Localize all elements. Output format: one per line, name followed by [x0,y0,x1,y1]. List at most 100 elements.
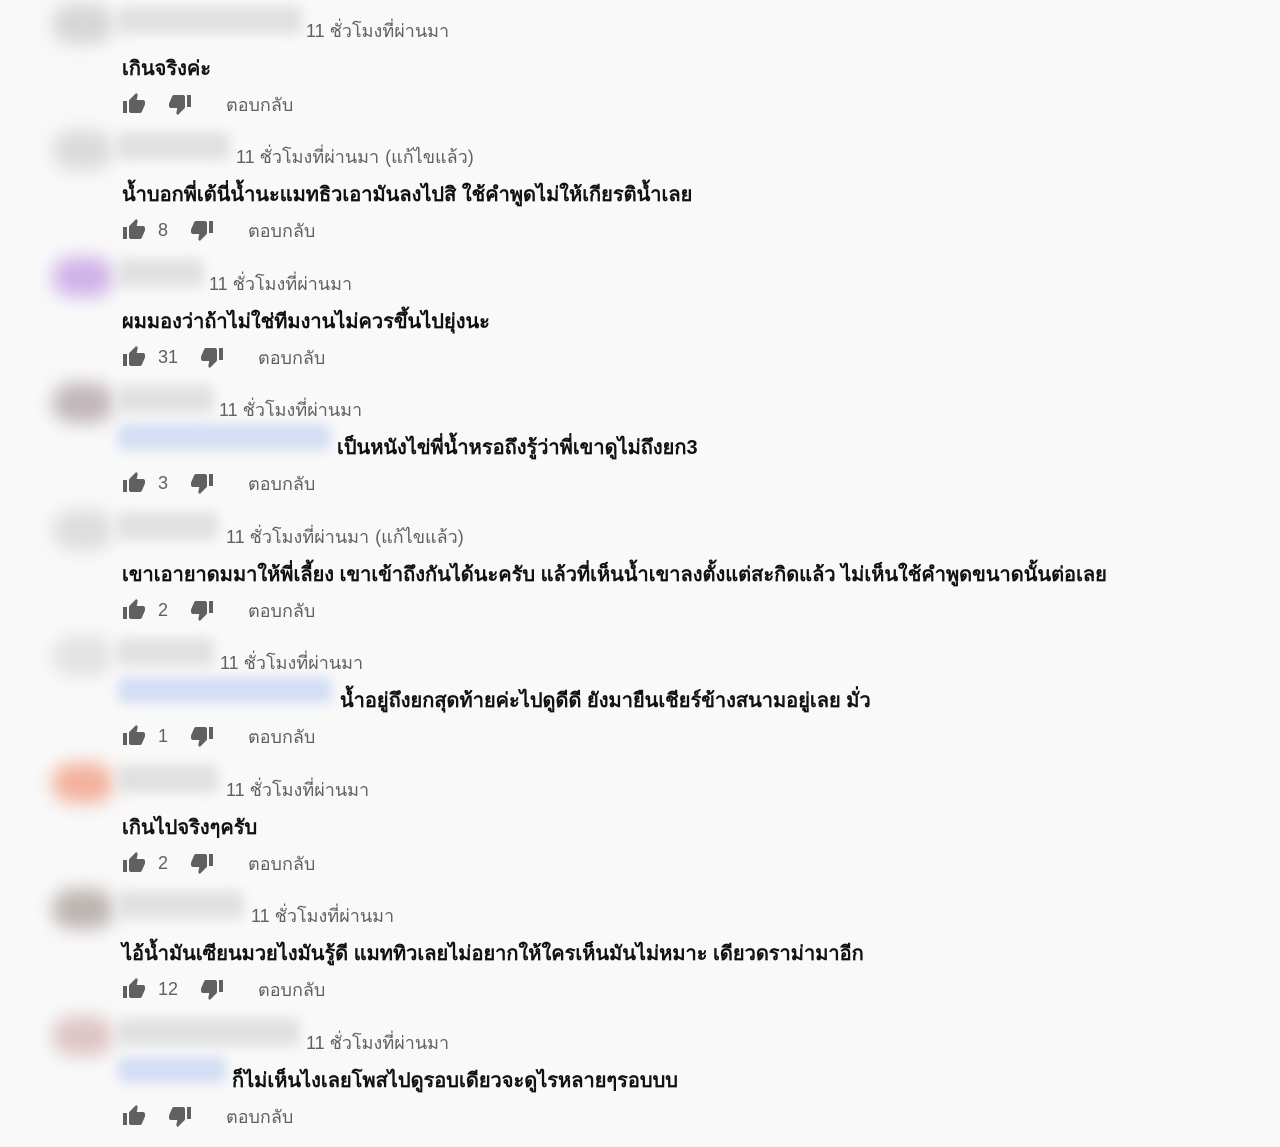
thumb-down-icon[interactable] [200,345,224,369]
reply-button[interactable]: ตอบกลับ [226,1102,293,1131]
comment-item: 11 ชั่วโมงที่ผ่านมา (แก้ไขแล้ว) น้ำบอกพี่เ… [0,126,1280,252]
comment-item: 11 ชั่วโมงที่ผ่านมาผมมองว่าถ้าไม่ใช่ทีมง… [0,253,1280,379]
author-name-redacted[interactable] [118,638,214,666]
comment-header: 11 ชั่วโมงที่ผ่านมา (แก้ไขแล้ว) [236,142,474,171]
thumb-up-icon[interactable] [122,92,146,116]
comment-text: เขาเอายาดมมาให้พี่เลี้ยง เขาเข้าถึงกันได… [122,564,1107,586]
like-count: 3 [158,472,169,493]
thumb-down-icon[interactable] [190,598,214,622]
author-name-redacted[interactable] [118,132,230,160]
mention-link-redacted[interactable] [118,1057,226,1083]
comment-item: 11 ชั่วโมงที่ผ่านมาเป็นหนังไข่พี่น้ำหรอถ… [0,379,1280,505]
like-count: 31 [158,346,179,367]
avatar[interactable] [52,130,114,170]
author-name-redacted[interactable] [118,891,244,919]
comment-timestamp[interactable]: 11 ชั่วโมงที่ผ่านมา [219,400,362,420]
comment-actions: 31 ตอบกลับ [122,345,325,369]
comment-text: ผมมองว่าถ้าไม่ใช่ทีมงานไม่ควรขึ้นไปยุ่งน… [122,311,490,333]
like-count: 2 [158,852,169,873]
comment-text: ก็ไม่เห็นไงเลยโพสไปดูรอบเดียวจะดูไรหลายๆ… [232,1070,678,1092]
thumb-down-icon[interactable] [190,218,214,242]
thumb-down-icon[interactable] [190,471,214,495]
thumb-up-icon[interactable] [122,1104,146,1128]
comment-header: 11 ชั่วโมงที่ผ่านมา [251,901,394,930]
mention-link-redacted[interactable] [118,677,332,703]
comment-header: 11 ชั่วโมงที่ผ่านมา (แก้ไขแล้ว) [226,522,464,551]
comment-timestamp[interactable]: 11 ชั่วโมงที่ผ่านมา [209,274,352,294]
comment-header: 11 ชั่วโมงที่ผ่านมา [226,775,369,804]
thumb-down-icon[interactable] [168,92,192,116]
reply-button[interactable]: ตอบกลับ [248,722,315,751]
avatar[interactable] [52,763,114,803]
comment-item: 11 ชั่วโมงที่ผ่านมาเกินจริงค่ะตอบกลับ [0,0,1280,126]
like-count: 12 [158,978,179,999]
author-name-redacted[interactable] [118,259,204,287]
comment-text: เกินไปจริงๆครับ [122,817,258,839]
comment-thread: 11 ชั่วโมงที่ผ่านมา เกินจริงค่ะ ตอบกลับ 11 … [0,0,1280,1147]
avatar[interactable] [52,889,114,929]
like-count: 2 [158,599,169,620]
reply-button[interactable]: ตอบกลับ [258,975,325,1004]
thumb-up-icon[interactable] [122,218,146,242]
reply-button[interactable]: ตอบกลับ [248,849,315,878]
comment-actions: ตอบกลับ [122,92,293,116]
thumb-down-icon[interactable] [200,977,224,1001]
comment-actions: 12 ตอบกลับ [122,977,325,1001]
avatar[interactable] [52,383,114,423]
comment-actions: 2 ตอบกลับ [122,851,315,875]
thumb-down-icon[interactable] [168,1104,192,1128]
thumb-up-icon[interactable] [122,345,146,369]
avatar[interactable] [52,4,114,44]
comment-text: เป็นหนังไข่พี่น้ำหรอถึงรู้ว่าพี่เขาดูไม่… [337,437,698,459]
author-name-redacted[interactable] [118,765,218,793]
avatar[interactable] [52,636,114,676]
thumb-down-icon[interactable] [190,851,214,875]
comment-timestamp[interactable]: 11 ชั่วโมงที่ผ่านมา [251,906,394,926]
edited-label: (แก้ไขแล้ว) [375,527,464,547]
like-count: 1 [158,725,169,746]
comment-actions: ตอบกลับ [122,1104,293,1128]
reply-button[interactable]: ตอบกลับ [248,596,315,625]
author-name-redacted[interactable] [118,512,218,540]
author-name-redacted[interactable] [118,1018,300,1046]
avatar[interactable] [52,510,114,550]
comment-header: 11 ชั่วโมงที่ผ่านมา [209,269,352,298]
thumb-up-icon[interactable] [122,851,146,875]
reply-button[interactable]: ตอบกลับ [248,216,315,245]
comment-header: 11 ชั่วโมงที่ผ่านมา [306,16,449,45]
thumb-up-icon[interactable] [122,977,146,1001]
thumb-down-icon[interactable] [190,724,214,748]
comment-item: 11 ชั่วโมงที่ผ่านมาก็ไม่เห็นไงเลยโพสไปดู… [0,1012,1280,1138]
reply-button[interactable]: ตอบกลับ [248,469,315,498]
comment-timestamp[interactable]: 11 ชั่วโมงที่ผ่านมา [220,653,363,673]
comment-actions: 2 ตอบกลับ [122,598,315,622]
reply-button[interactable]: ตอบกลับ [226,90,293,119]
comment-text: เกินจริงค่ะ [122,58,211,80]
comment-item: 11 ชั่วโมงที่ผ่านมาน้ำอยู่ถึงยกสุดท้ายค่… [0,632,1280,758]
like-count: 8 [158,219,169,240]
comment-timestamp[interactable]: 11 ชั่วโมงที่ผ่านมา [226,527,369,547]
comment-timestamp[interactable]: 11 ชั่วโมงที่ผ่านมา [306,21,449,41]
comment-timestamp[interactable]: 11 ชั่วโมงที่ผ่านมา [236,147,379,167]
comment-text: น้ำอยู่ถึงยกสุดท้ายค่ะไปดูดีดี ยังมายืนเ… [340,690,871,712]
comment-actions: 1 ตอบกลับ [122,724,315,748]
comment-text: น้ำบอกพี่เต้นี่น้ำนะแมทธิวเอามันลงไปสิ ใ… [122,184,693,206]
thumb-up-icon[interactable] [122,598,146,622]
edited-label: (แก้ไขแล้ว) [385,147,474,167]
author-name-redacted[interactable] [118,6,302,34]
avatar[interactable] [52,257,114,297]
comment-actions: 8 ตอบกลับ [122,218,315,242]
comment-timestamp[interactable]: 11 ชั่วโมงที่ผ่านมา [306,1033,449,1053]
comment-actions: 3 ตอบกลับ [122,471,315,495]
thumb-up-icon[interactable] [122,471,146,495]
avatar[interactable] [52,1016,114,1056]
comment-header: 11 ชั่วโมงที่ผ่านมา [220,648,363,677]
thumb-up-icon[interactable] [122,724,146,748]
reply-button[interactable]: ตอบกลับ [258,343,325,372]
mention-link-redacted[interactable] [118,424,330,450]
comment-item: 11 ชั่วโมงที่ผ่านมาเกินไปจริงๆครับ 2 ตอบกล… [0,759,1280,885]
comment-header: 11 ชั่วโมงที่ผ่านมา [219,395,362,424]
author-name-redacted[interactable] [118,385,214,413]
comment-item: 11 ชั่วโมงที่ผ่านมา (แก้ไขแล้ว) เขาเอายาดม… [0,506,1280,632]
comment-timestamp[interactable]: 11 ชั่วโมงที่ผ่านมา [226,780,369,800]
